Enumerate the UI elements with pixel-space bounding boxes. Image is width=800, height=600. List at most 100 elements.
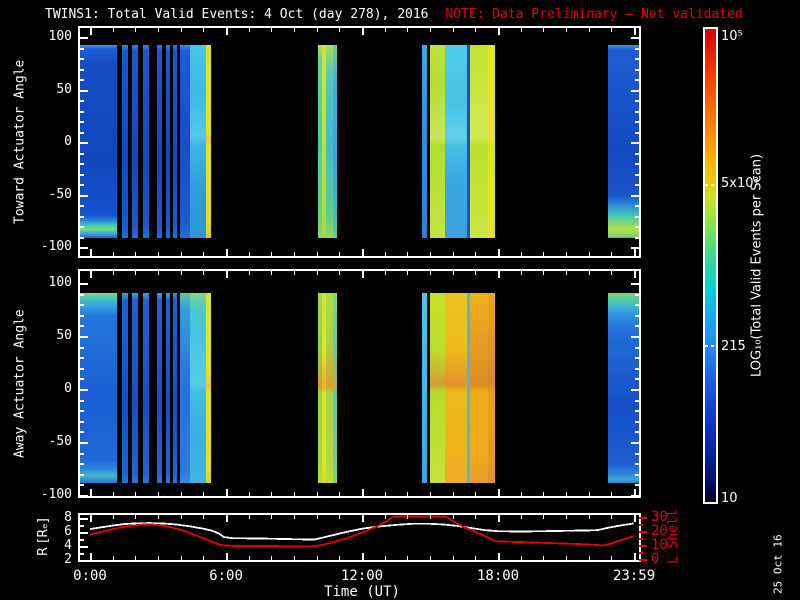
x-tick: [566, 28, 567, 32]
x-tick: [181, 252, 182, 256]
x-tick: [498, 489, 500, 496]
x-tick: [566, 515, 567, 519]
y-tick: [635, 410, 639, 412]
x-tick: [271, 271, 272, 275]
y-tick: [639, 559, 647, 561]
x-tick: [249, 28, 250, 32]
y-tick: [80, 205, 84, 207]
x-tick: [90, 553, 92, 560]
spectrogram-panel-toward: [78, 26, 641, 258]
x-tick: [362, 249, 364, 256]
spectro-column: [122, 45, 128, 238]
x-tick: [566, 556, 567, 560]
y-tick: [80, 539, 84, 541]
x-tick: [385, 492, 386, 496]
spectro-column: [422, 45, 427, 238]
spectro-column: [190, 293, 206, 483]
x-tick: [543, 28, 544, 32]
x-tick: [181, 28, 182, 32]
spectro-column: [157, 45, 162, 238]
y-tick: [635, 174, 639, 176]
x-tick: [271, 492, 272, 496]
y-tick: [635, 58, 639, 60]
x-tick: [90, 515, 92, 522]
y-tick: [635, 226, 639, 228]
spectro-column: [180, 45, 190, 238]
x-tick: [407, 28, 408, 32]
x-tick: [90, 28, 92, 35]
y-tick: [80, 336, 88, 338]
y-tick: [631, 389, 639, 391]
spectro-column: [206, 45, 211, 238]
y-tick: [80, 421, 84, 423]
y-tick: [80, 294, 84, 296]
x-tick: [317, 492, 318, 496]
spectro-column: [157, 293, 162, 483]
y-tick: [635, 216, 639, 218]
x-tick: [294, 252, 295, 256]
x-tick: [90, 489, 92, 496]
x-tick: [611, 28, 612, 32]
x-tick: [589, 28, 590, 32]
x-tick: [498, 28, 500, 35]
x-tick: [385, 28, 386, 32]
x-tick: [226, 271, 228, 278]
y-tick: [639, 531, 647, 533]
y-tick: [635, 357, 639, 359]
y-tick: [80, 553, 84, 555]
x-tick: [430, 28, 431, 32]
x-tick: [203, 492, 204, 496]
x-tick: [294, 515, 295, 519]
y-tick: [80, 518, 88, 520]
x-tick: [317, 515, 318, 519]
colorbar-tick-label: 10⁵: [721, 29, 743, 44]
x-tick: [135, 252, 136, 256]
y-tick: [80, 525, 84, 527]
x-tick: [113, 556, 114, 560]
spectro-column: [80, 293, 117, 483]
x-tick: [158, 28, 159, 32]
spectro-column: [488, 293, 495, 483]
y-tick: [80, 153, 84, 155]
y-tick: [80, 111, 84, 113]
title-note: NOTE: Data Preliminary — Not validated: [445, 7, 742, 22]
x-tick: [385, 556, 386, 560]
y-tick: [80, 226, 84, 228]
x-tick: [589, 492, 590, 496]
x-tick: [294, 271, 295, 275]
plot-title: TWINS1: Total Valid Events: 4 Oct (day 2…: [45, 7, 743, 22]
x-tick: [634, 28, 636, 35]
x-tick: [294, 492, 295, 496]
y-tick: [80, 400, 84, 402]
x-tick: [203, 28, 204, 32]
y-tick: [635, 400, 639, 402]
x-tick: [589, 556, 590, 560]
x-tick: [475, 515, 476, 519]
x-tick: [407, 252, 408, 256]
y-tick: [80, 247, 88, 249]
x-tick: [203, 252, 204, 256]
y-tick: [635, 378, 639, 380]
away-y-axis-label: Away Actuator Angle: [12, 269, 28, 498]
x-tick: [634, 553, 636, 560]
y-tick: [80, 378, 84, 380]
x-tick: [521, 252, 522, 256]
y-tick-label: 50: [28, 82, 72, 98]
x-tick: [249, 556, 250, 560]
r-re-line: [90, 523, 634, 540]
y-tick: [639, 545, 647, 547]
r-tick-label: 2: [28, 552, 72, 568]
y-tick: [80, 216, 84, 218]
x-tick: [611, 556, 612, 560]
y-tick: [80, 184, 84, 186]
y-tick: [80, 453, 84, 455]
x-tick: [430, 252, 431, 256]
y-tick: [635, 163, 639, 165]
spectro-column: [166, 45, 170, 238]
y-tick: [80, 410, 84, 412]
spectro-column: [333, 293, 337, 483]
line-panel-orbit: [78, 513, 641, 562]
x-tick: [271, 28, 272, 32]
y-tick: [635, 431, 639, 433]
y-tick: [80, 100, 84, 102]
